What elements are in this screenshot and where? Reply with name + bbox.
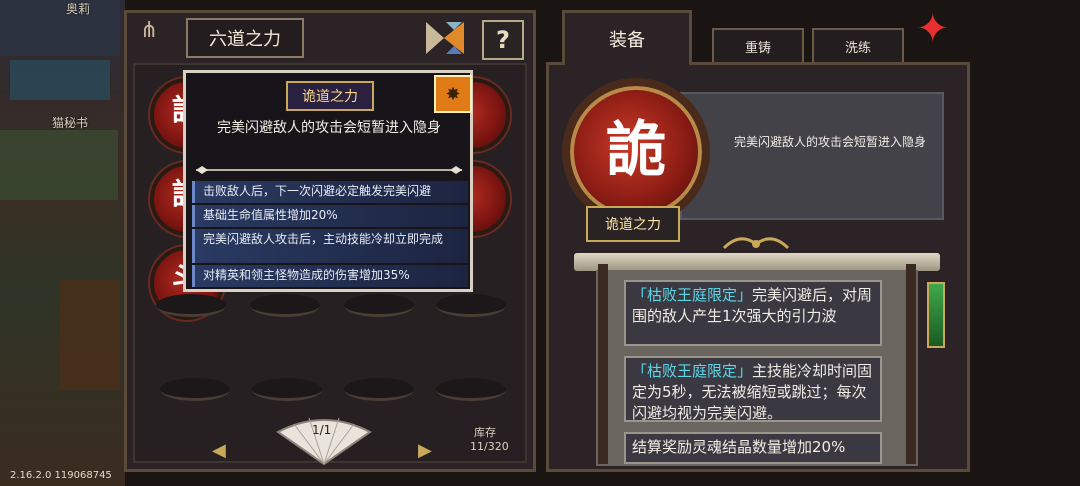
world-tile xyxy=(0,130,118,200)
world-tile xyxy=(60,280,120,390)
item-description: 完美闪避敌人的攻击会短暂进入隐身 xyxy=(733,135,926,149)
scroll-top-rod xyxy=(574,253,940,271)
effect-entry: 「枯败王庭限定」主技能冷却时间固定为5秒，无法被缩短或跳过；每次闪避均视为完美闪… xyxy=(624,356,882,422)
world-tile xyxy=(0,0,120,56)
scroll-edge xyxy=(906,264,916,464)
empty-slot[interactable] xyxy=(344,294,414,317)
next-page-arrow[interactable]: ▶ xyxy=(418,440,432,461)
storage-value: 11/320 xyxy=(470,440,509,453)
medal-glyph: 詭 xyxy=(606,115,666,185)
effect-text: 结算奖励灵魂结晶数量增加20% xyxy=(632,438,846,456)
folding-fan-icon xyxy=(276,417,372,466)
effect-tag: 「枯败王庭限定」 xyxy=(632,286,753,304)
tab-equip[interactable]: 装备 xyxy=(562,10,692,65)
empty-slot[interactable] xyxy=(156,294,226,317)
npc-name-label: 奥莉 xyxy=(66,2,91,16)
equipped-item-name: 诡道之力 xyxy=(586,206,680,242)
scroll-edge xyxy=(598,264,608,464)
tooltip-effect: 基础生命值属性增加20% xyxy=(192,205,468,227)
equipped-medal: 詭 xyxy=(562,78,710,226)
tooltip-effect: 击败敌人后，下一次闪避必定触发完美闪避 xyxy=(192,181,468,203)
tab-reforge[interactable]: 重铸 xyxy=(712,28,804,62)
version-label: 2.16.2.0 119068745 xyxy=(10,470,112,481)
effect-entry: 结算奖励灵魂结晶数量增加20% xyxy=(624,432,882,464)
npc-name-label: 猫秘书 xyxy=(52,116,89,130)
tangram-icon[interactable] xyxy=(424,20,466,56)
game-world-background: 奥莉 猫秘书 xyxy=(0,0,125,486)
empty-slot[interactable] xyxy=(252,378,322,401)
effect-entry: 「枯败王庭限定」完美闪避后，对周围的敌人产生1次强大的引力波 xyxy=(624,280,882,346)
world-tile xyxy=(10,60,110,100)
empty-slot[interactable] xyxy=(344,378,414,401)
empty-slot[interactable] xyxy=(160,378,230,401)
empty-slot[interactable] xyxy=(436,294,506,317)
ornament-icon xyxy=(720,232,792,254)
item-description-box xyxy=(680,92,944,220)
medal-tooltip: 诡道之力 ✸ 完美闪避敌人的攻击会短暂进入隐身 击败敌人后，下一次闪避必定触发完… xyxy=(183,70,473,292)
close-pinwheel-icon[interactable]: ✦ xyxy=(916,6,950,52)
page-indicator: 1/1 xyxy=(312,423,332,437)
panel-title: 六道之力 xyxy=(186,18,304,58)
tab-refine[interactable]: 洗练 xyxy=(812,28,904,62)
empty-slot[interactable] xyxy=(250,294,320,317)
tooltip-description: 完美闪避敌人的攻击会短暂进入隐身 xyxy=(217,120,441,136)
prev-page-arrow[interactable]: ◀ xyxy=(212,440,226,461)
tooltip-effect: 完美闪避敌人攻击后，主动技能冷却立即完成 xyxy=(192,229,468,263)
tooltip-item-name: 诡道之力 xyxy=(286,81,374,111)
effect-tag: 「枯败王庭限定」 xyxy=(632,362,753,380)
candle-rack-icon: ⋔ xyxy=(140,18,159,43)
empty-slot[interactable] xyxy=(436,378,506,401)
star-badge-icon: ✸ xyxy=(434,75,472,113)
jade-tassel-icon xyxy=(927,282,945,348)
storage-label: 库存 xyxy=(474,426,496,439)
ornament-divider xyxy=(196,166,462,174)
help-button[interactable]: ? xyxy=(482,20,524,60)
tooltip-effect: 对精英和领主怪物造成的伤害增加35% xyxy=(192,265,468,287)
